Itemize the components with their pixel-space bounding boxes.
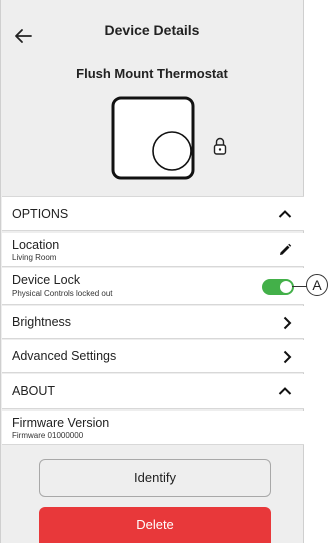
callout-leader-line <box>292 286 307 287</box>
device-lock-row: Device Lock Physical Controls locked out <box>2 268 304 305</box>
device-lock-status: Physical Controls locked out <box>12 289 113 298</box>
options-section-label: OPTIONS <box>12 207 69 221</box>
page-title: Device Details <box>104 22 200 38</box>
delete-button[interactable]: Delete <box>39 507 271 543</box>
chevron-right-icon <box>283 350 292 364</box>
firmware-row: Firmware Version Firmware 01000000 <box>2 411 304 445</box>
location-value: Living Room <box>12 253 57 262</box>
lock-icon <box>213 137 227 155</box>
brightness-row[interactable]: Brightness <box>2 306 304 339</box>
toggle-knob <box>280 281 292 293</box>
options-section-header[interactable]: OPTIONS <box>2 196 304 231</box>
chevron-right-icon <box>283 316 292 330</box>
brightness-label: Brightness <box>12 315 72 329</box>
thermostat-image <box>111 96 195 180</box>
device-lock-toggle[interactable] <box>262 279 294 295</box>
chevron-up-icon <box>278 387 292 395</box>
chevron-up-icon <box>278 210 292 218</box>
advanced-settings-row[interactable]: Advanced Settings <box>2 340 304 373</box>
pencil-icon[interactable] <box>278 243 292 257</box>
device-lock-label: Device Lock <box>12 273 81 287</box>
location-label: Location <box>12 238 60 252</box>
firmware-value: Firmware 01000000 <box>12 431 84 440</box>
device-details-screen: Device Details Flush Mount Thermostat OP… <box>0 0 304 543</box>
advanced-settings-label: Advanced Settings <box>12 349 117 363</box>
about-section-label: ABOUT <box>12 384 56 398</box>
device-name: Flush Mount Thermostat <box>76 66 228 81</box>
about-section-header[interactable]: ABOUT <box>2 374 304 409</box>
identify-button[interactable]: Identify <box>39 459 271 497</box>
firmware-label: Firmware Version <box>12 416 110 430</box>
callout-marker: A <box>306 274 328 296</box>
location-row[interactable]: Location Living Room <box>2 233 304 267</box>
